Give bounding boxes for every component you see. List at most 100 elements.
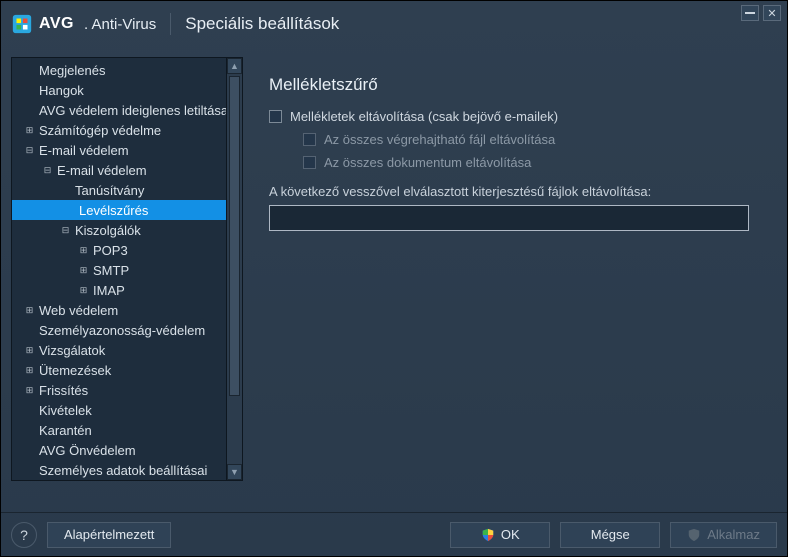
app-logo: AVG . Anti-Virus: [11, 13, 156, 35]
tree-item[interactable]: ⊟ E-mail védelem: [12, 160, 226, 180]
checkbox-icon[interactable]: [269, 110, 282, 123]
titlebar: AVG . Anti-Virus Speciális beállítások ✕: [1, 1, 787, 47]
cancel-button[interactable]: Mégse: [560, 522, 660, 548]
tree-item-label: Személyazonosság-védelem: [39, 323, 205, 338]
tree-item-label: Kivételek: [39, 403, 92, 418]
collapse-icon[interactable]: ⊟: [60, 225, 71, 236]
cancel-button-label: Mégse: [591, 527, 630, 542]
tree-spacer: [24, 425, 35, 436]
tree-spacer: [24, 65, 35, 76]
remove-attachments-row[interactable]: Mellékletek eltávolítása (csak bejövő e-…: [269, 109, 757, 124]
tree-item[interactable]: AVG Önvédelem: [12, 440, 226, 460]
tree-item[interactable]: Kivételek: [12, 400, 226, 420]
settings-window: AVG . Anti-Virus Speciális beállítások ✕…: [0, 0, 788, 557]
remove-documents-row[interactable]: Az összes dokumentum eltávolítása: [303, 155, 757, 170]
tree-item[interactable]: ⊞ Vizsgálatok: [12, 340, 226, 360]
tree-item[interactable]: AVG védelem ideiglenes letiltása: [12, 100, 226, 120]
checkbox-icon[interactable]: [303, 133, 316, 146]
tree-item[interactable]: Személyazonosság-védelem: [12, 320, 226, 340]
expand-icon[interactable]: ⊞: [78, 265, 89, 276]
tree-item-label: Kiszolgálók: [75, 223, 141, 238]
expand-icon[interactable]: ⊞: [24, 125, 35, 136]
title-separator: [170, 13, 171, 35]
tree-item-label: Hangok: [39, 83, 84, 98]
tree-item[interactable]: Személyes adatok beállításai: [12, 460, 226, 480]
nav-tree: Megjelenés Hangok AVG védelem ideiglenes l…: [12, 58, 226, 480]
tree-item-label: Számítógép védelme: [39, 123, 161, 138]
extensions-input[interactable]: [269, 205, 749, 231]
tree-item[interactable]: ⊞ Ütemezések: [12, 360, 226, 380]
ok-button[interactable]: OK: [450, 522, 550, 548]
expand-icon[interactable]: ⊞: [24, 365, 35, 376]
collapse-icon[interactable]: ⊟: [42, 165, 53, 176]
tree-item[interactable]: ⊞ Web védelem: [12, 300, 226, 320]
tree-item-label: AVG Önvédelem: [39, 443, 136, 458]
tree-item[interactable]: Megjelenés: [12, 60, 226, 80]
tree-item[interactable]: ⊞ Frissítés: [12, 380, 226, 400]
scroll-down-arrow[interactable]: ▼: [227, 464, 242, 480]
tree-item-label: Vizsgálatok: [39, 343, 105, 358]
tree-item[interactable]: Levélszűrés: [12, 200, 226, 220]
remove-executables-label: Az összes végrehajtható fájl eltávolítás…: [324, 132, 555, 147]
panel-title: Mellékletszűrő: [269, 75, 757, 95]
minimize-button[interactable]: [741, 5, 759, 21]
tree-item-label: POP3: [93, 243, 128, 258]
expand-icon[interactable]: ⊞: [78, 285, 89, 296]
apply-button-label: Alkalmaz: [707, 527, 760, 542]
tree-item[interactable]: ⊟ Kiszolgálók: [12, 220, 226, 240]
tree-item[interactable]: ⊞ IMAP: [12, 280, 226, 300]
default-button[interactable]: Alapértelmezett: [47, 522, 171, 548]
footer: ? Alapértelmezett OK Mégse Alkalmaz: [1, 512, 787, 556]
tree-item[interactable]: ⊟ E-mail védelem: [12, 140, 226, 160]
scroll-up-arrow[interactable]: ▲: [227, 58, 242, 74]
close-button[interactable]: ✕: [763, 5, 781, 21]
tree-item-label: IMAP: [93, 283, 125, 298]
tree-item[interactable]: Tanúsítvány: [12, 180, 226, 200]
sidebar-scrollbar[interactable]: ▲ ▼: [226, 58, 242, 480]
tree-item-label: Ütemezések: [39, 363, 111, 378]
tree-item-label: E-mail védelem: [39, 143, 129, 158]
tree-item[interactable]: Hangok: [12, 80, 226, 100]
tree-spacer: [24, 325, 35, 336]
apply-button[interactable]: Alkalmaz: [670, 522, 777, 548]
help-button[interactable]: ?: [11, 522, 37, 548]
tree-item-label: Karantén: [39, 423, 92, 438]
extensions-label: A következő vesszővel elválasztott kiter…: [269, 184, 757, 199]
sidebar: Megjelenés Hangok AVG védelem ideiglenes l…: [11, 57, 243, 481]
tree-spacer: [24, 445, 35, 456]
tree-item-label: Web védelem: [39, 303, 118, 318]
brand-sub: . Anti-Virus: [84, 16, 156, 33]
tree-item[interactable]: ⊞ SMTP: [12, 260, 226, 280]
tree-item-label: AVG védelem ideiglenes letiltása: [39, 103, 226, 118]
shield-icon: [687, 528, 701, 542]
checkbox-icon[interactable]: [303, 156, 316, 169]
tree-item-label: Levélszűrés: [75, 203, 152, 218]
remove-executables-row[interactable]: Az összes végrehajtható fájl eltávolítás…: [303, 132, 757, 147]
tree-item-label: Frissítés: [39, 383, 88, 398]
tree-spacer: [24, 405, 35, 416]
remove-attachments-label: Mellékletek eltávolítása (csak bejövő e-…: [290, 109, 558, 124]
expand-icon[interactable]: ⊞: [24, 385, 35, 396]
tree-item[interactable]: ⊞ POP3: [12, 240, 226, 260]
tree-spacer: [24, 105, 35, 116]
tree-item-label: Személyes adatok beállításai: [39, 463, 207, 478]
tree-item-label: SMTP: [93, 263, 129, 278]
collapse-icon[interactable]: ⊟: [24, 145, 35, 156]
tree-item-label: Tanúsítvány: [75, 183, 144, 198]
scroll-thumb[interactable]: [229, 76, 240, 396]
remove-documents-label: Az összes dokumentum eltávolítása: [324, 155, 531, 170]
expand-icon[interactable]: ⊞: [78, 245, 89, 256]
tree-item[interactable]: ⊞ Számítógép védelme: [12, 120, 226, 140]
uac-shield-icon: [481, 528, 495, 542]
default-button-label: Alapértelmezett: [64, 527, 154, 542]
avg-logo-icon: [11, 13, 33, 35]
ok-button-label: OK: [501, 527, 520, 542]
main-panel: Mellékletszűrő Mellékletek eltávolítása …: [243, 57, 777, 506]
tree-item[interactable]: Karantén: [12, 420, 226, 440]
tree-item-label: Megjelenés: [39, 63, 106, 78]
tree-item-label: E-mail védelem: [57, 163, 147, 178]
expand-icon[interactable]: ⊞: [24, 345, 35, 356]
tree-spacer: [60, 205, 71, 216]
content-area: Megjelenés Hangok AVG védelem ideiglenes l…: [1, 47, 787, 512]
expand-icon[interactable]: ⊞: [24, 305, 35, 316]
